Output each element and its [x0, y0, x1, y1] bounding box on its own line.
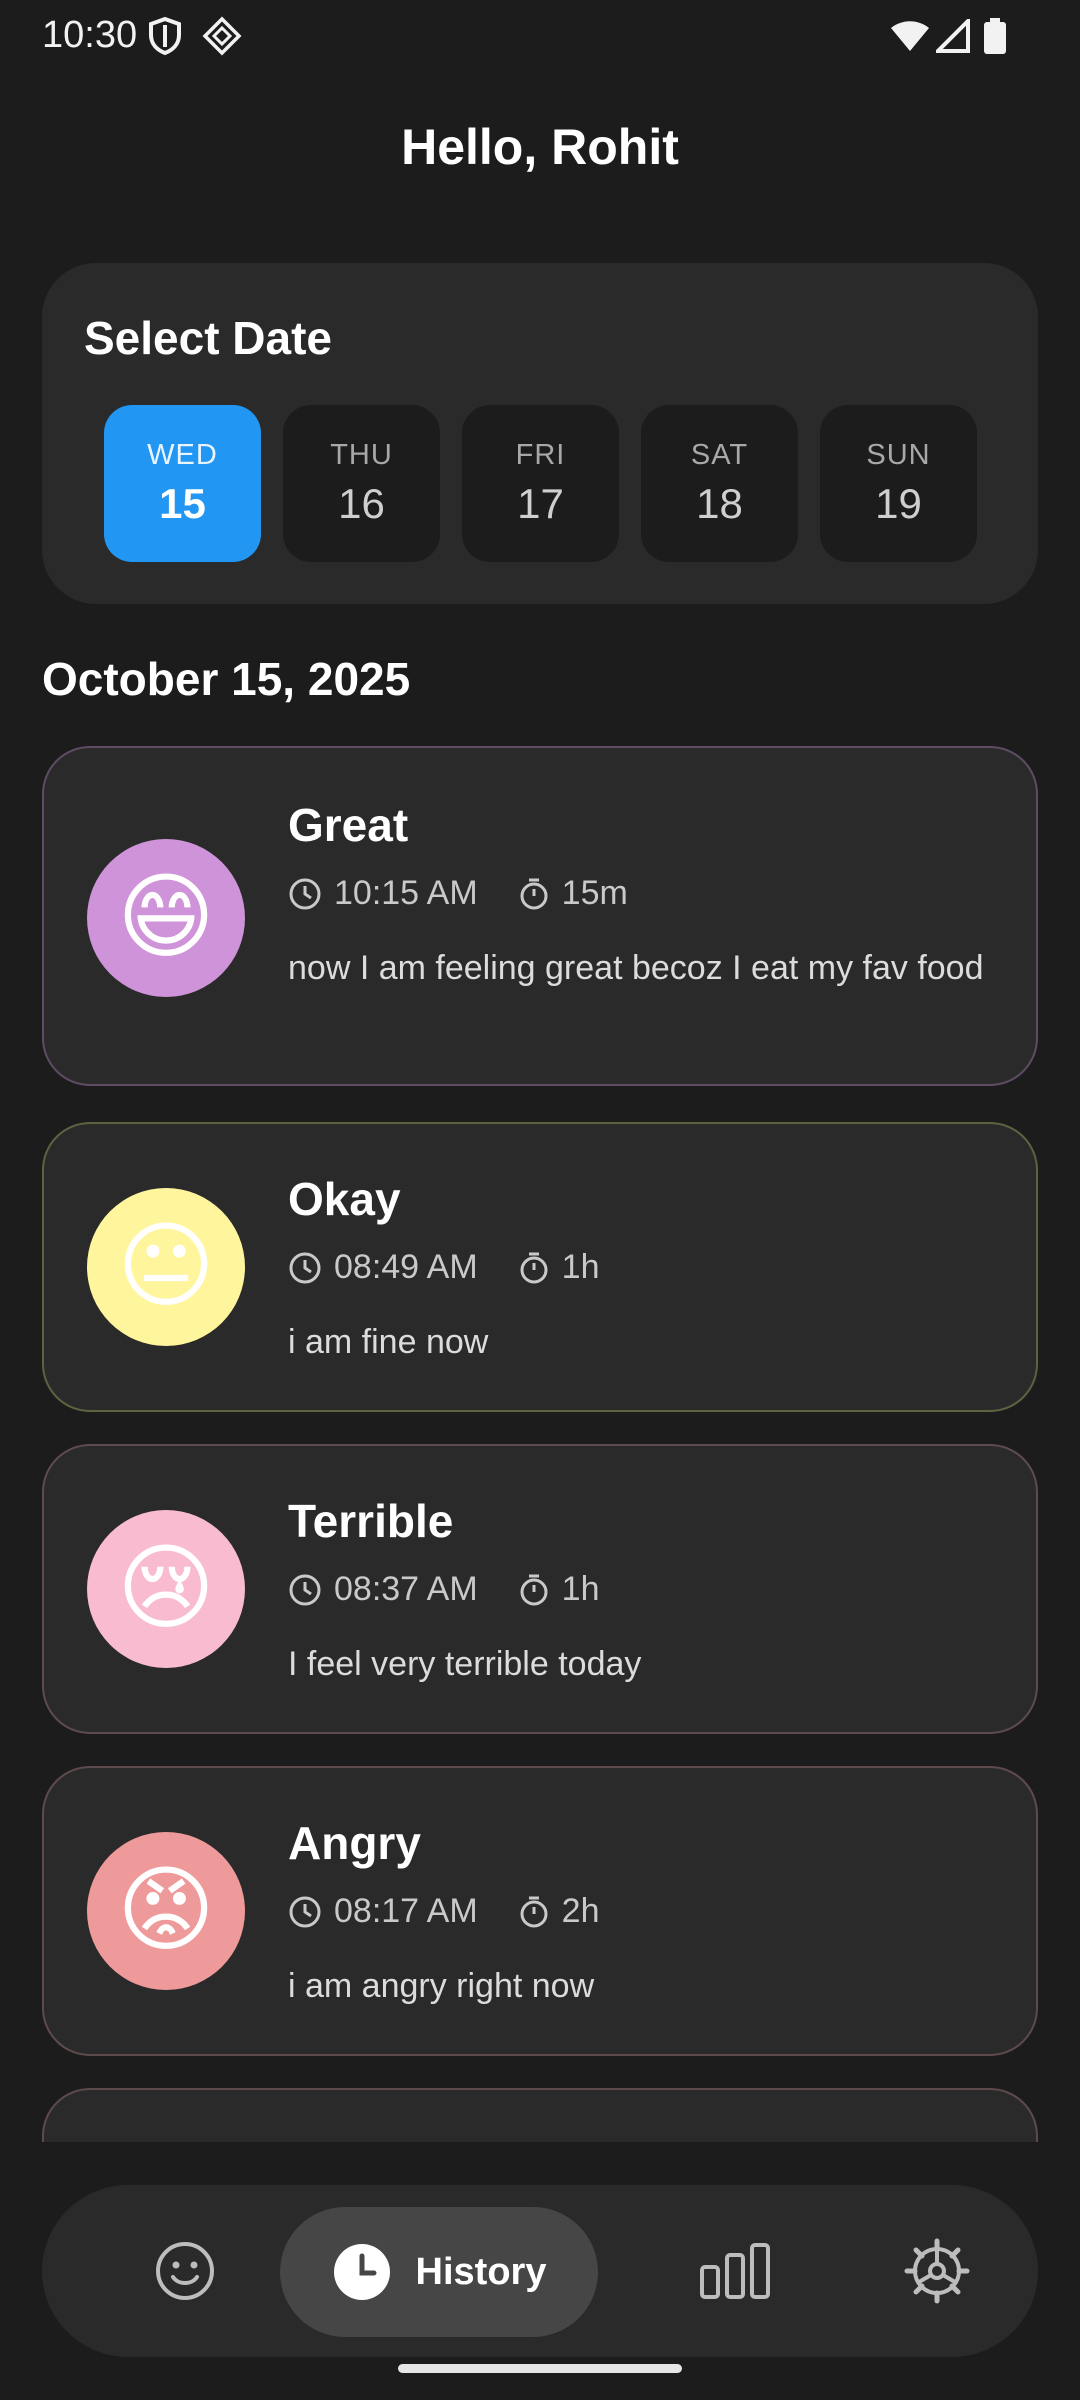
mood-duration: 2h: [561, 1892, 600, 1930]
mood-entry-great[interactable]: 😄 Great 10:15 AM 15m now I am feeling gr…: [42, 746, 1038, 1086]
nav-stats[interactable]: [652, 2185, 818, 2357]
nav-history[interactable]: History: [280, 2207, 598, 2337]
wifi-icon: [890, 14, 930, 58]
clock-icon: [289, 1896, 321, 1927]
date-picker-card: Select Date WED 15 THU 16 FRI 17 SAT 18 …: [42, 263, 1038, 604]
bottom-navigation: History: [42, 2185, 1038, 2357]
day-wed-15[interactable]: WED 15: [104, 405, 261, 562]
day-fri-17[interactable]: FRI 17: [462, 405, 619, 562]
gesture-home-indicator[interactable]: [398, 2364, 682, 2373]
day-sun-19[interactable]: SUN 19: [820, 405, 977, 562]
timer-icon: [520, 1252, 548, 1283]
mood-meta: 10:15 AM 15m: [288, 874, 628, 913]
mood-meta: 08:17 AM 2h: [288, 1892, 599, 1931]
day-number: 17: [517, 480, 564, 527]
mood-entry-list[interactable]: 😄 Great 10:15 AM 15m now I am feeling gr…: [42, 746, 1038, 2142]
mood-duration: 15m: [561, 874, 628, 912]
mood-title: Great: [288, 799, 409, 851]
nav-settings[interactable]: [854, 2185, 1020, 2357]
status-time: 10:30: [42, 14, 138, 56]
day-name: WED: [147, 439, 218, 471]
mood-title: Okay: [288, 1173, 401, 1225]
timer-icon: [520, 1574, 548, 1605]
mood-entry-partial[interactable]: [42, 2088, 1038, 2142]
nav-history-label: History: [415, 2250, 547, 2293]
day-number: 19: [875, 480, 922, 527]
cell-signal-icon: [936, 14, 970, 58]
clock-icon: [289, 1252, 321, 1283]
nav-mood[interactable]: [102, 2185, 268, 2357]
mood-time: 10:15 AM: [334, 874, 478, 912]
mood-entry-terrible[interactable]: 😢 Terrible 08:37 AM 1h I feel very terri…: [42, 1444, 1038, 1734]
clock-icon: [289, 1574, 321, 1605]
mood-emoji-avatar: 😢: [87, 1510, 245, 1668]
day-number: 15: [159, 480, 206, 527]
mood-title: Angry: [288, 1817, 421, 1869]
status-bar: 10:30: [0, 0, 1080, 76]
day-name: THU: [330, 439, 393, 471]
day-thu-16[interactable]: THU 16: [283, 405, 440, 562]
mood-entry-angry[interactable]: 😡 Angry 08:17 AM 2h i am angry right now: [42, 1766, 1038, 2056]
day-selector: WED 15 THU 16 FRI 17 SAT 18 SUN 19: [104, 405, 977, 562]
vpn-diamond-icon: [202, 14, 242, 58]
settings-gear-icon: [904, 2238, 970, 2304]
mood-duration: 1h: [561, 1570, 600, 1608]
date-picker-title: Select Date: [84, 312, 333, 364]
mood-duration: 1h: [561, 1248, 600, 1286]
mood-emoji-avatar: 😡: [87, 1832, 245, 1990]
timer-icon: [520, 878, 548, 909]
mood-meta: 08:37 AM 1h: [288, 1570, 599, 1609]
timer-icon: [520, 1896, 548, 1927]
mood-history-screen: 10:30 Hello, Rohit Select Date WED 15 TH…: [0, 0, 1080, 2400]
day-name: SUN: [866, 439, 931, 471]
mood-entry-okay[interactable]: 😐 Okay 08:49 AM 1h i am fine now: [42, 1122, 1038, 1412]
day-number: 18: [696, 480, 743, 527]
mood-time: 08:37 AM: [334, 1570, 478, 1608]
day-name: SAT: [690, 439, 749, 471]
bar-chart-icon: [700, 2243, 770, 2299]
page-greeting: Hello, Rohit: [401, 119, 679, 175]
day-name: FRI: [515, 439, 566, 471]
clock-icon: [333, 2244, 390, 2300]
mood-emoji-avatar: 😐: [87, 1188, 245, 1346]
mood-note: i am fine now: [288, 1323, 489, 1361]
mood-note: now I am feeling great becoz I eat my fa…: [288, 949, 984, 987]
clock-icon: [289, 878, 321, 909]
mood-title: Terrible: [288, 1495, 454, 1547]
day-sat-18[interactable]: SAT 18: [641, 405, 798, 562]
shield-icon: [148, 14, 182, 58]
mood-note: I feel very terrible today: [288, 1645, 642, 1683]
day-number: 16: [338, 480, 385, 527]
battery-icon: [984, 14, 1006, 58]
smiley-icon: [156, 2242, 214, 2300]
mood-meta: 08:49 AM 1h: [288, 1248, 599, 1287]
mood-time: 08:49 AM: [334, 1248, 478, 1286]
selected-date-heading: October 15, 2025: [42, 653, 411, 705]
mood-note: i am angry right now: [288, 1967, 595, 2005]
mood-emoji-avatar: 😄: [87, 839, 245, 997]
mood-time: 08:17 AM: [334, 1892, 478, 1930]
